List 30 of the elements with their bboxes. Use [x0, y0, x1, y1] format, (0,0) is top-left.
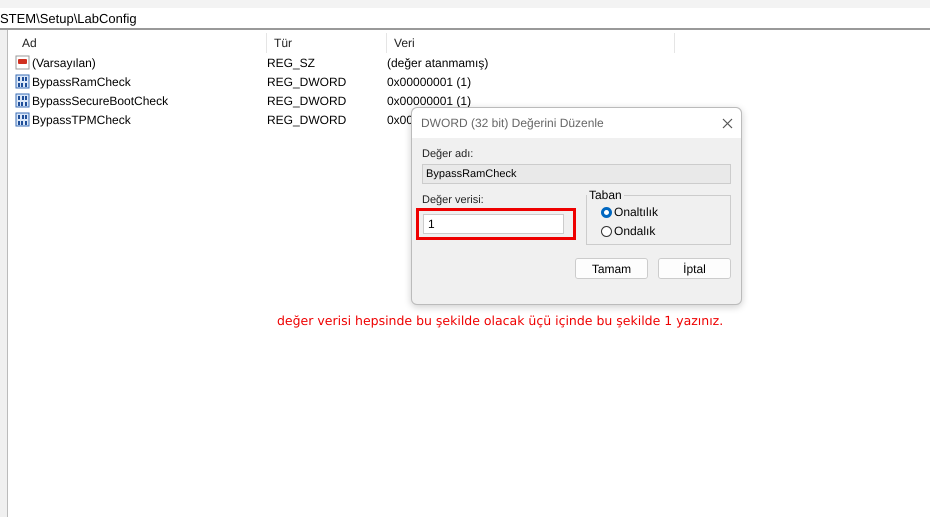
value-name[interactable]: (Varsayılan) — [32, 56, 96, 70]
value-data: 0x00000001 (1) — [387, 94, 472, 108]
binary-value-icon — [15, 112, 30, 127]
close-icon[interactable] — [722, 118, 733, 128]
value-type: REG_DWORD — [267, 74, 346, 88]
column-header[interactable]: Ad — [15, 33, 267, 53]
value-name-field: BypassRamCheck — [422, 164, 731, 184]
dialog-button[interactable]: İptal — [658, 258, 731, 279]
value-type: REG_DWORD — [267, 94, 346, 108]
radio-option[interactable]: Ondalık — [601, 224, 720, 238]
group-title: Taban — [588, 188, 623, 202]
binary-value-icon — [15, 93, 30, 108]
value-data-field[interactable]: 1 — [423, 214, 564, 234]
value-type: REG_DWORD — [267, 112, 346, 126]
binary-value-icon — [15, 74, 30, 89]
column-header[interactable]: Tür — [267, 33, 387, 53]
value-name[interactable]: BypassSecureBootCheck — [32, 94, 168, 108]
value-type: REG_SZ — [267, 56, 316, 70]
dialog-title: DWORD (32 bit) Değerini Düzenle — [421, 116, 604, 130]
field-label: Değer adı: — [422, 148, 474, 160]
value-name[interactable]: BypassRamCheck — [32, 74, 131, 88]
string-value-icon — [15, 55, 30, 70]
value-data: (değer atanmamış) — [387, 56, 488, 70]
column-header[interactable]: Veri — [387, 33, 675, 53]
value-data: 0x00000001 (1) — [387, 74, 472, 88]
radio-option[interactable]: Onaltılık — [601, 205, 720, 219]
dialog-button[interactable]: Tamam — [575, 258, 648, 279]
annotation-text: değer verisi hepsinde bu şekilde olacak üçü içinde bu şekilde 1 yazınız. — [277, 313, 724, 328]
value-name[interactable]: BypassTPMCheck — [32, 112, 131, 126]
field-label: Değer verisi: — [422, 194, 485, 206]
